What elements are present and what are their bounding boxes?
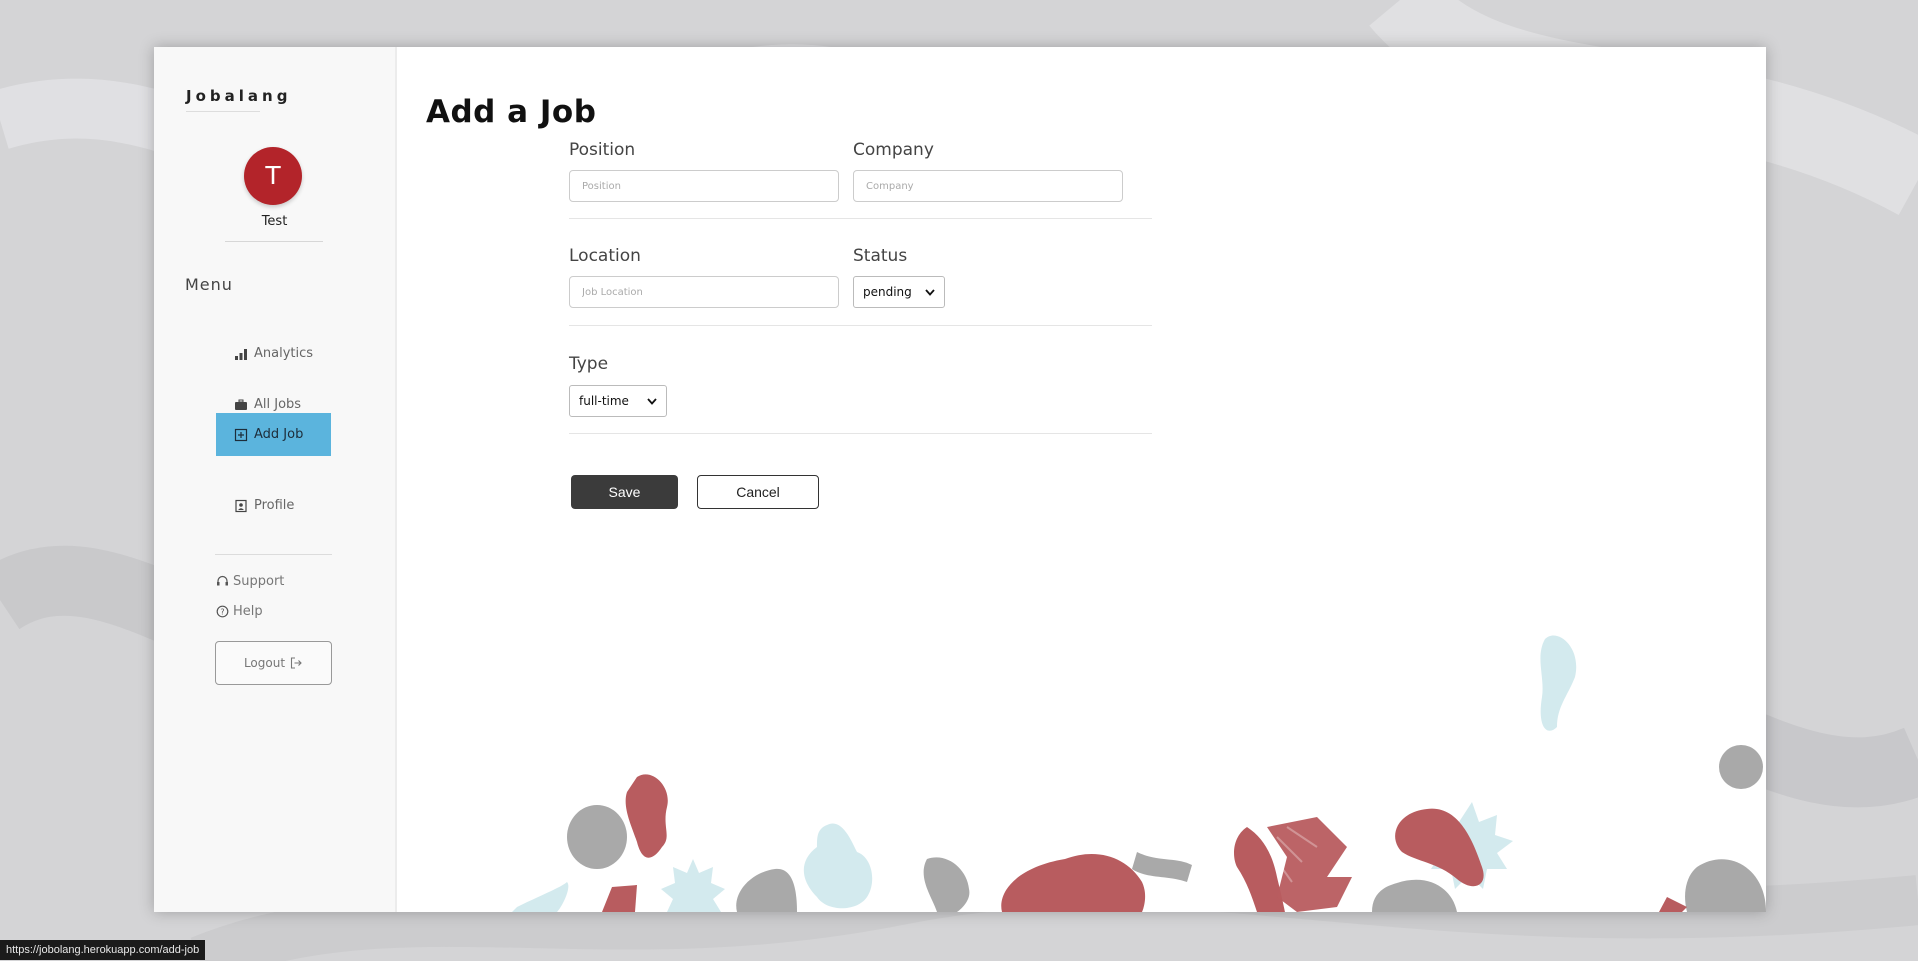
user-divider <box>225 241 323 242</box>
page-title: Add a Job <box>426 94 597 130</box>
svg-text:?: ? <box>220 607 224 616</box>
help-label: Help <box>233 604 263 619</box>
sidebar-item-analytics[interactable]: Analytics <box>216 332 331 375</box>
sidebar: Jobalang T Test Menu Analytics All Jobs <box>154 47 397 912</box>
headset-icon <box>217 575 228 586</box>
status-select[interactable]: pending <box>853 276 945 308</box>
status-label: Status <box>853 246 908 266</box>
avatar[interactable]: T <box>244 147 302 205</box>
sidebar-item-profile[interactable]: Profile <box>216 484 331 527</box>
location-input[interactable] <box>569 276 839 308</box>
chevron-down-icon <box>925 288 935 296</box>
support-label: Support <box>233 574 285 589</box>
company-label: Company <box>853 140 934 160</box>
sidebar-item-label: All Jobs <box>254 397 302 412</box>
help-link[interactable]: ? Help <box>216 604 263 619</box>
status-selected-value: pending <box>863 285 912 299</box>
sidebar-item-label: Add Job <box>254 427 304 442</box>
plus-square-icon <box>234 428 248 441</box>
sidebar-item-label: Analytics <box>254 346 314 361</box>
brand-underline <box>186 111 260 112</box>
position-input[interactable] <box>569 170 839 202</box>
profile-card-icon <box>235 499 247 512</box>
type-select[interactable]: full-time <box>569 385 667 417</box>
briefcase-icon <box>235 399 247 410</box>
main-content: Add a Job Position Company Location Stat… <box>397 47 1766 912</box>
sidebar-item-label: Profile <box>254 498 295 513</box>
logout-label: Logout <box>243 656 286 670</box>
sidebar-divider <box>215 554 332 555</box>
menu-title: Menu <box>185 275 233 294</box>
type-selected-value: full-time <box>579 394 629 408</box>
row-divider <box>569 325 1152 326</box>
company-input[interactable] <box>853 170 1123 202</box>
save-button[interactable]: Save <box>571 475 678 509</box>
location-label: Location <box>569 246 641 266</box>
sidebar-item-add-job[interactable]: Add Job <box>216 413 331 456</box>
logout-button[interactable]: Logout <box>215 641 332 685</box>
row-divider <box>569 218 1152 219</box>
chevron-down-icon <box>647 397 657 405</box>
type-label: Type <box>569 354 609 374</box>
logout-icon <box>290 657 302 669</box>
brand-logo[interactable]: Jobalang <box>186 87 291 105</box>
row-divider <box>569 433 1152 434</box>
browser-status-url: https://jobolang.herokuapp.com/add-job <box>0 940 206 960</box>
support-link[interactable]: Support <box>216 574 284 589</box>
bar-chart-icon <box>235 348 247 360</box>
position-label: Position <box>569 140 636 160</box>
question-circle-icon: ? <box>216 605 229 618</box>
user-name: Test <box>261 214 288 229</box>
app-window: Jobalang T Test Menu Analytics All Jobs <box>154 47 1766 912</box>
cancel-button[interactable]: Cancel <box>697 475 819 509</box>
